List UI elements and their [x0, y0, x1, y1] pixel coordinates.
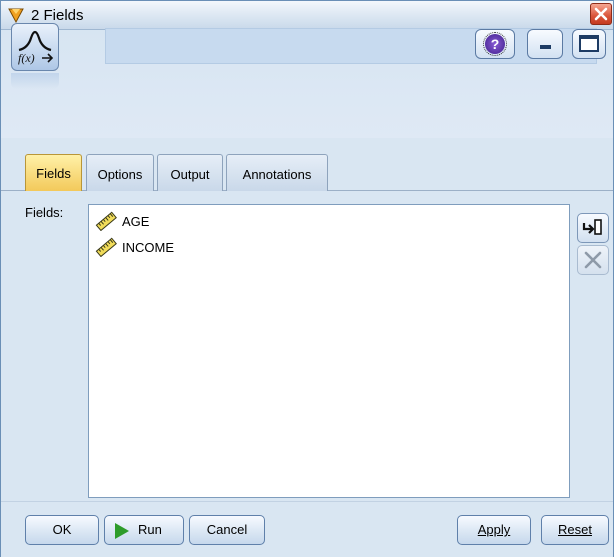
run-icon: [115, 523, 129, 539]
maximize-button[interactable]: [572, 29, 606, 59]
delete-icon: [584, 251, 602, 269]
node-name-field[interactable]: [105, 28, 597, 64]
reset-label: Reset: [558, 522, 592, 537]
tab-annotations[interactable]: Annotations: [226, 154, 328, 191]
tab-options[interactable]: Options: [86, 154, 154, 191]
close-button[interactable]: [590, 3, 612, 25]
function-node-icon: f(x): [11, 23, 59, 71]
pick-fields-button[interactable]: [577, 213, 609, 243]
tab-fields[interactable]: Fields: [25, 154, 82, 191]
node-icon-reflection: [11, 73, 59, 89]
continuous-ruler-icon: [95, 211, 117, 231]
dialog-window: 2 Fields f(x) ? Fields Options Output An…: [0, 0, 614, 557]
pick-fields-icon: [582, 219, 602, 235]
help-button[interactable]: ?: [475, 29, 515, 59]
reset-button[interactable]: Reset: [541, 515, 609, 545]
run-button[interactable]: Run: [104, 515, 184, 545]
apply-label: Apply: [477, 522, 511, 537]
node-gem-icon: [8, 8, 24, 24]
fields-label: Fields:: [25, 205, 64, 220]
window-title: 2 Fields: [31, 7, 84, 24]
svg-text:f(x): f(x): [18, 51, 35, 65]
run-label: Run: [138, 522, 162, 537]
apply-button[interactable]: Apply: [457, 515, 531, 545]
minimize-button[interactable]: [527, 29, 563, 59]
field-name: INCOME: [122, 240, 174, 255]
continuous-ruler-icon: [95, 237, 117, 257]
field-name: AGE: [122, 214, 150, 229]
delete-field-button[interactable]: [577, 245, 609, 275]
tab-output[interactable]: Output: [157, 154, 223, 191]
maximize-icon: [579, 35, 599, 52]
title-bar[interactable]: 2 Fields: [1, 1, 613, 30]
field-list[interactable]: AGE INCOME: [88, 204, 570, 498]
minimize-icon: [540, 45, 551, 49]
cancel-button[interactable]: Cancel: [189, 515, 265, 545]
close-icon: [594, 7, 608, 21]
ok-button[interactable]: OK: [25, 515, 99, 545]
help-icon: ?: [483, 32, 507, 56]
